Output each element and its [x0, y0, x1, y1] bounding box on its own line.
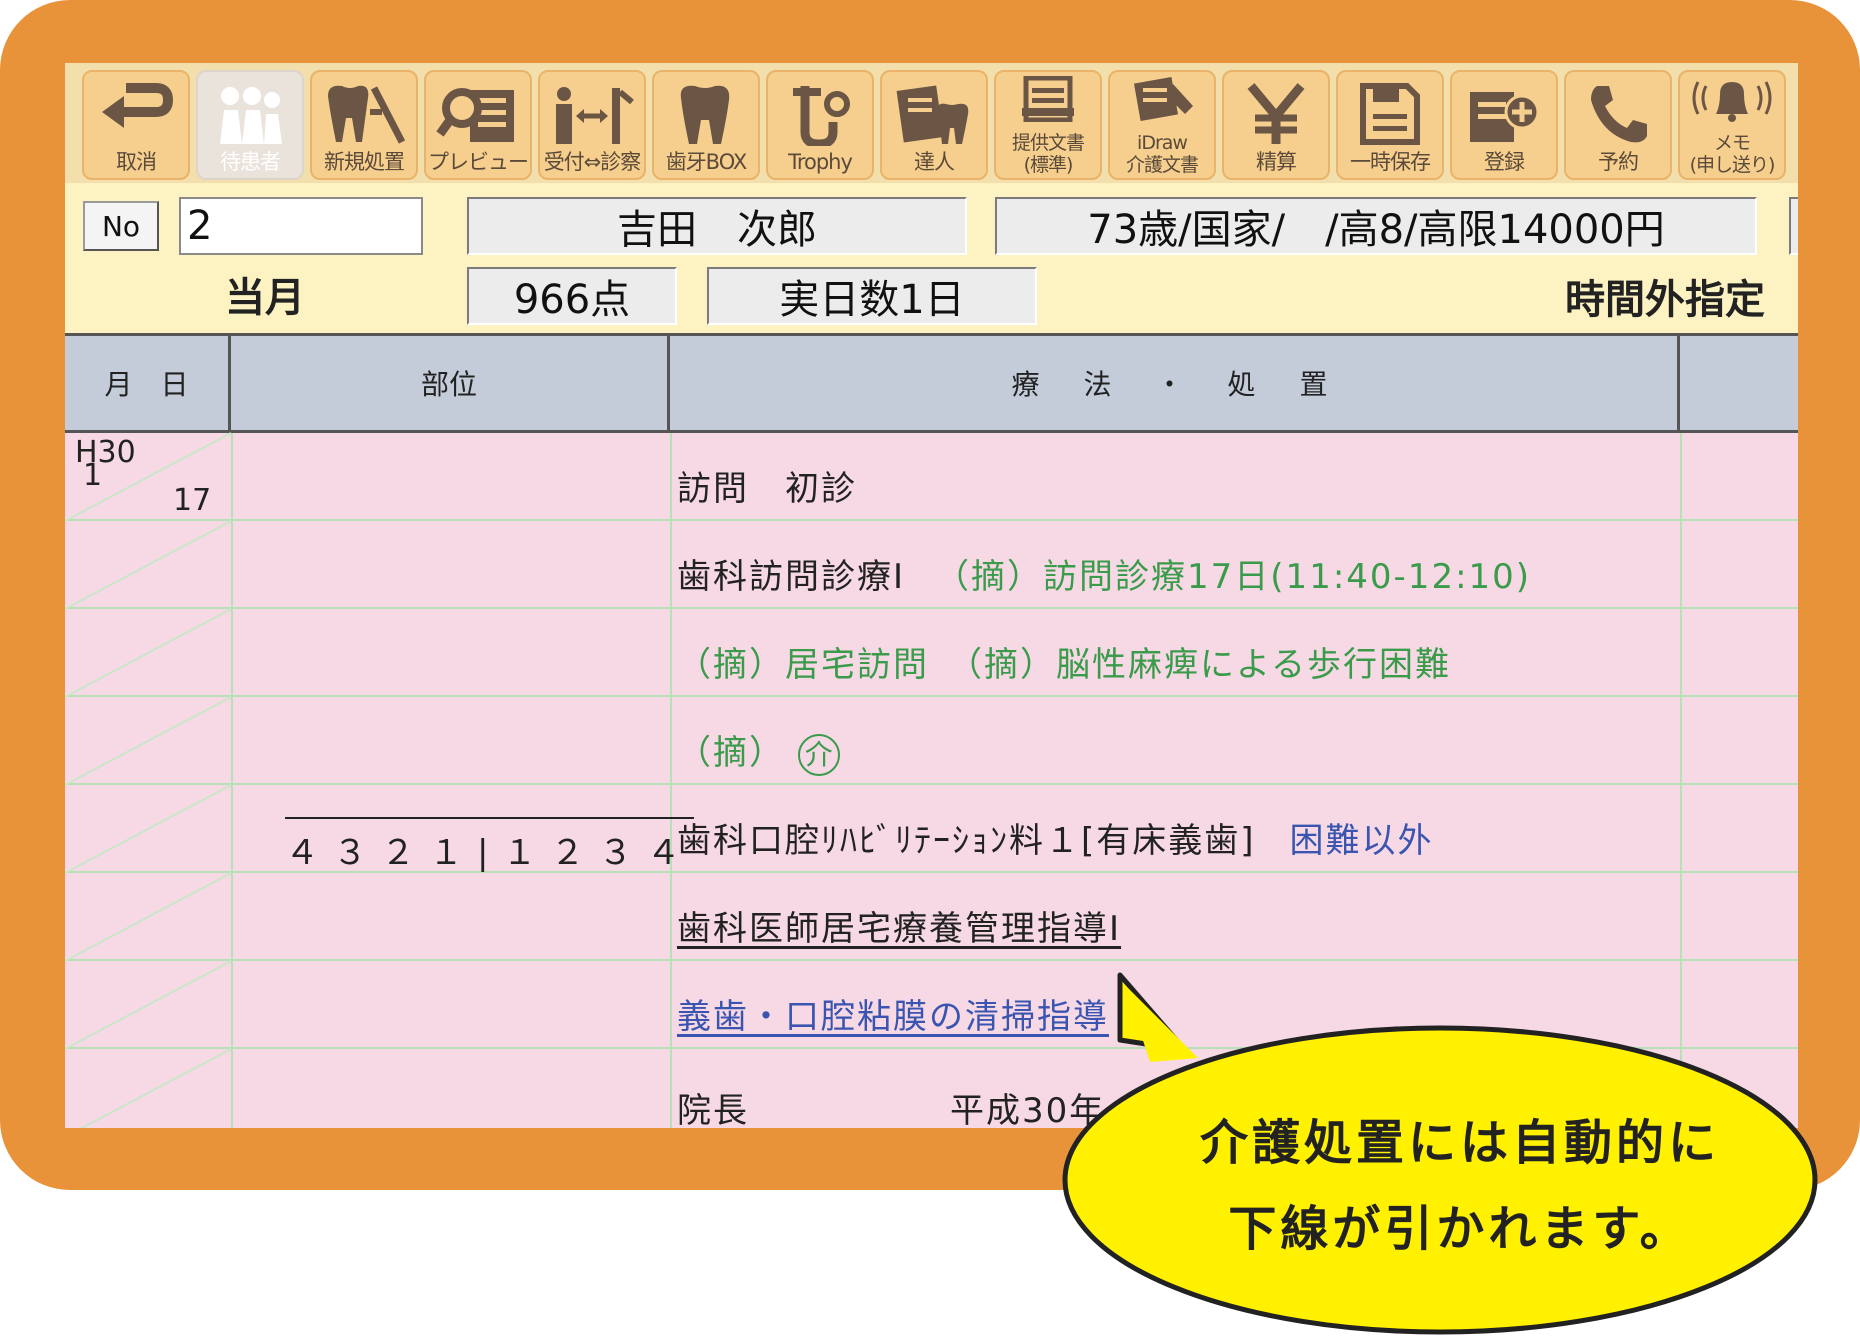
callout-text: 介護処置には自動的に 下線が引かれます。: [1080, 1100, 1840, 1272]
callout-line: 下線が引かれます。: [1228, 1201, 1692, 1257]
callout-line: 介護処置には自動的に: [1199, 1115, 1720, 1171]
